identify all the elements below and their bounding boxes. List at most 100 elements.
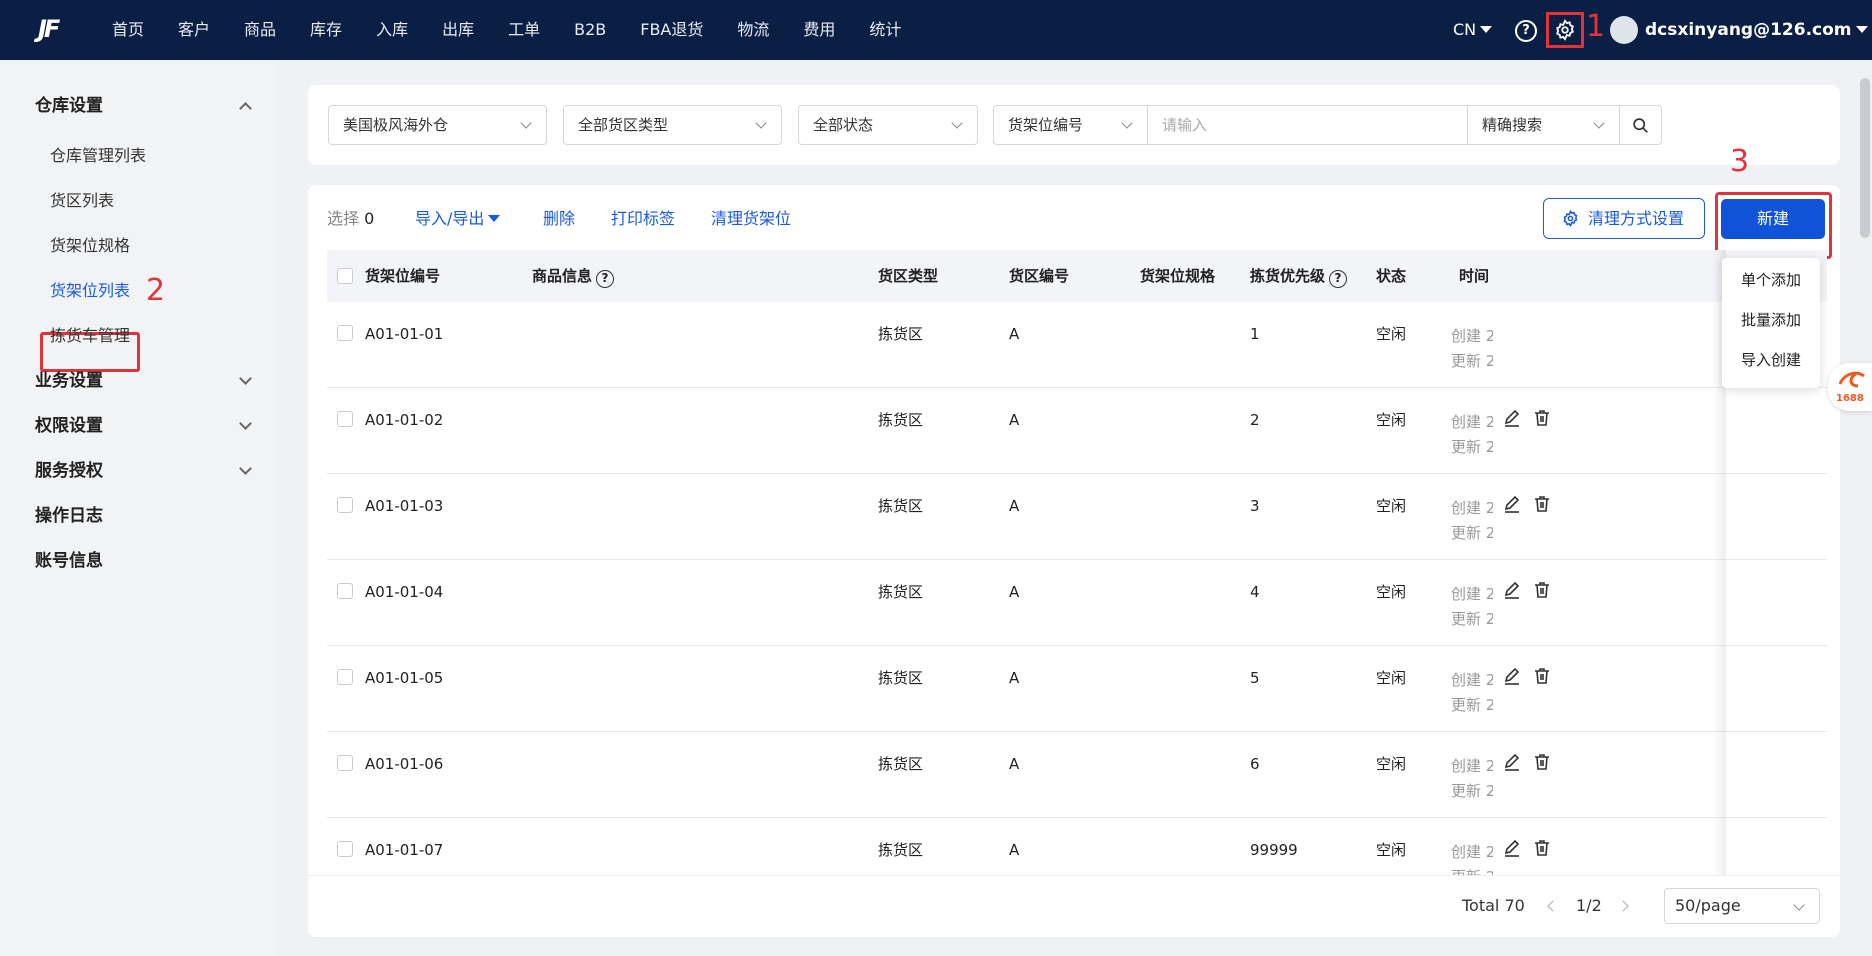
nav-home[interactable]: 首页: [95, 0, 161, 60]
nav-work-orders[interactable]: 工单: [491, 0, 557, 60]
nav-customers[interactable]: 客户: [161, 0, 227, 60]
question-icon[interactable]: ?: [1329, 270, 1348, 288]
cell-status: 空闲: [1376, 497, 1407, 515]
user-menu[interactable]: dcsxinyang@126.com: [1645, 0, 1868, 60]
cell-zone-code: A: [1009, 411, 1020, 429]
row-checkbox[interactable]: [337, 497, 353, 513]
edit-icon[interactable]: [1502, 838, 1522, 858]
cell-pick-priority: 99999: [1250, 841, 1298, 859]
page-scrollbar[interactable]: [1860, 78, 1870, 238]
search-input[interactable]: 请输入: [1147, 105, 1468, 145]
row-checkbox[interactable]: [337, 841, 353, 857]
search-field-select[interactable]: 货架位编号: [993, 105, 1148, 145]
cell-time: 创建 2 更新 2: [1451, 410, 1493, 460]
nav-fees[interactable]: 费用: [786, 0, 852, 60]
menu-item-import-create[interactable]: 导入创建: [1722, 343, 1820, 377]
language-switcher[interactable]: CN: [1453, 0, 1493, 60]
clear-shelves-button[interactable]: 清理货架位: [711, 207, 791, 231]
chevron-down-icon: [520, 117, 532, 129]
new-button[interactable]: 新建: [1721, 199, 1825, 239]
settings-button[interactable]: [1546, 12, 1584, 48]
nav-outbound[interactable]: 出库: [425, 0, 491, 60]
delete-icon[interactable]: [1532, 666, 1552, 686]
import-export-dropdown[interactable]: 导入/导出: [415, 207, 501, 231]
delete-icon[interactable]: [1532, 494, 1552, 514]
help-icon[interactable]: ?: [1515, 20, 1537, 42]
sidebar-item-operation-log[interactable]: 操作日志: [35, 503, 250, 529]
updated-time: 更新 2: [1451, 524, 1493, 542]
delete-button[interactable]: 删除: [543, 207, 575, 231]
search-icon: [1633, 118, 1648, 133]
nav-fba-returns[interactable]: FBA退货: [623, 0, 720, 60]
edit-icon[interactable]: [1502, 494, 1522, 514]
select-all-checkbox[interactable]: [337, 268, 353, 284]
delete-icon[interactable]: [1532, 408, 1552, 428]
warehouse-select[interactable]: 美国极风海外仓: [328, 105, 547, 145]
row-checkbox[interactable]: [337, 411, 353, 427]
nav-inventory[interactable]: 库存: [293, 0, 359, 60]
status-select[interactable]: 全部状态: [798, 105, 978, 145]
page-size-select[interactable]: 50/page: [1664, 888, 1820, 924]
updated-time: 更新 2: [1451, 352, 1493, 370]
header-shelf-code: 货架位编号: [365, 267, 441, 285]
prev-page-icon[interactable]: [1547, 900, 1559, 912]
delete-icon[interactable]: [1532, 580, 1552, 600]
sidebar-item-shelf-spec[interactable]: 货架位规格: [50, 233, 130, 259]
sidebar-group-service-auth[interactable]: 服务授权: [35, 458, 252, 484]
sidebar-item-warehouse-list[interactable]: 仓库管理列表: [50, 143, 146, 169]
sidebar-item-zone-list[interactable]: 货区列表: [50, 188, 114, 214]
delete-icon[interactable]: [1532, 752, 1552, 772]
cell-shelf-code: A01-01-06: [365, 755, 444, 773]
nav-products[interactable]: 商品: [227, 0, 293, 60]
edit-icon[interactable]: [1502, 408, 1522, 428]
sidebar-group-permission-settings[interactable]: 权限设置: [35, 413, 252, 439]
nav-inbound[interactable]: 入库: [359, 0, 425, 60]
nav-logistics[interactable]: 物流: [720, 0, 786, 60]
chevron-down-icon: [1593, 117, 1605, 129]
nav-statistics[interactable]: 统计: [852, 0, 918, 60]
row-checkbox[interactable]: [337, 325, 353, 341]
edit-icon[interactable]: [1502, 580, 1522, 600]
menu-item-batch-add[interactable]: 批量添加: [1722, 303, 1820, 337]
match-mode-select[interactable]: 精确搜索: [1467, 105, 1620, 145]
created-time: 创建 2: [1451, 585, 1493, 603]
cell-zone-type: 拣货区: [878, 669, 924, 687]
print-labels-button[interactable]: 打印标签: [611, 207, 675, 231]
row-checkbox[interactable]: [337, 583, 353, 599]
question-icon[interactable]: ?: [596, 270, 615, 288]
sidebar-group-business-settings[interactable]: 业务设置: [35, 368, 252, 394]
created-time: 创建 2: [1451, 413, 1493, 431]
chevron-down-icon: [239, 462, 252, 475]
cell-time: 创建 2 更新 2: [1451, 496, 1493, 546]
nav-b2b[interactable]: B2B: [557, 0, 623, 60]
chevron-down-icon: [239, 372, 252, 385]
cell-shelf-code: A01-01-03: [365, 497, 444, 515]
sidebar-item-account-info[interactable]: 账号信息: [35, 548, 250, 574]
delete-icon[interactable]: [1532, 838, 1552, 858]
next-page-icon[interactable]: [1617, 900, 1629, 912]
chevron-down-icon: [755, 117, 767, 129]
menu-item-single-add[interactable]: 单个添加: [1722, 263, 1820, 297]
avatar[interactable]: [1610, 16, 1638, 44]
sidebar-group-label: 服务授权: [35, 461, 103, 481]
sidebar-item-pick-cart[interactable]: 拣货车管理: [50, 323, 130, 349]
zone-type-select[interactable]: 全部货区类型: [563, 105, 782, 145]
cell-zone-code: A: [1009, 497, 1020, 515]
main-nav: 首页 客户 商品 库存 入库 出库 工单 B2B FBA退货 物流 费用 统计: [95, 0, 918, 60]
caret-down-icon: [488, 215, 501, 222]
1688-badge[interactable]: 1688: [1828, 363, 1872, 411]
cell-pick-priority: 5: [1250, 669, 1260, 687]
sidebar-group-warehouse-settings[interactable]: 仓库设置: [35, 93, 252, 119]
cell-shelf-code: A01-01-04: [365, 583, 444, 601]
row-checkbox[interactable]: [337, 669, 353, 685]
import-export-label: 导入/导出: [415, 209, 485, 228]
status-select-value: 全部状态: [813, 116, 874, 134]
edit-icon[interactable]: [1502, 752, 1522, 772]
cell-pick-priority: 3: [1250, 497, 1260, 515]
edit-icon[interactable]: [1502, 666, 1522, 686]
row-checkbox[interactable]: [337, 755, 353, 771]
clean-settings-button[interactable]: 清理方式设置: [1543, 198, 1705, 239]
app-logo[interactable]: JF: [38, 16, 80, 42]
sidebar-item-shelf-list[interactable]: 货架位列表: [50, 278, 130, 304]
search-button[interactable]: [1619, 105, 1662, 145]
